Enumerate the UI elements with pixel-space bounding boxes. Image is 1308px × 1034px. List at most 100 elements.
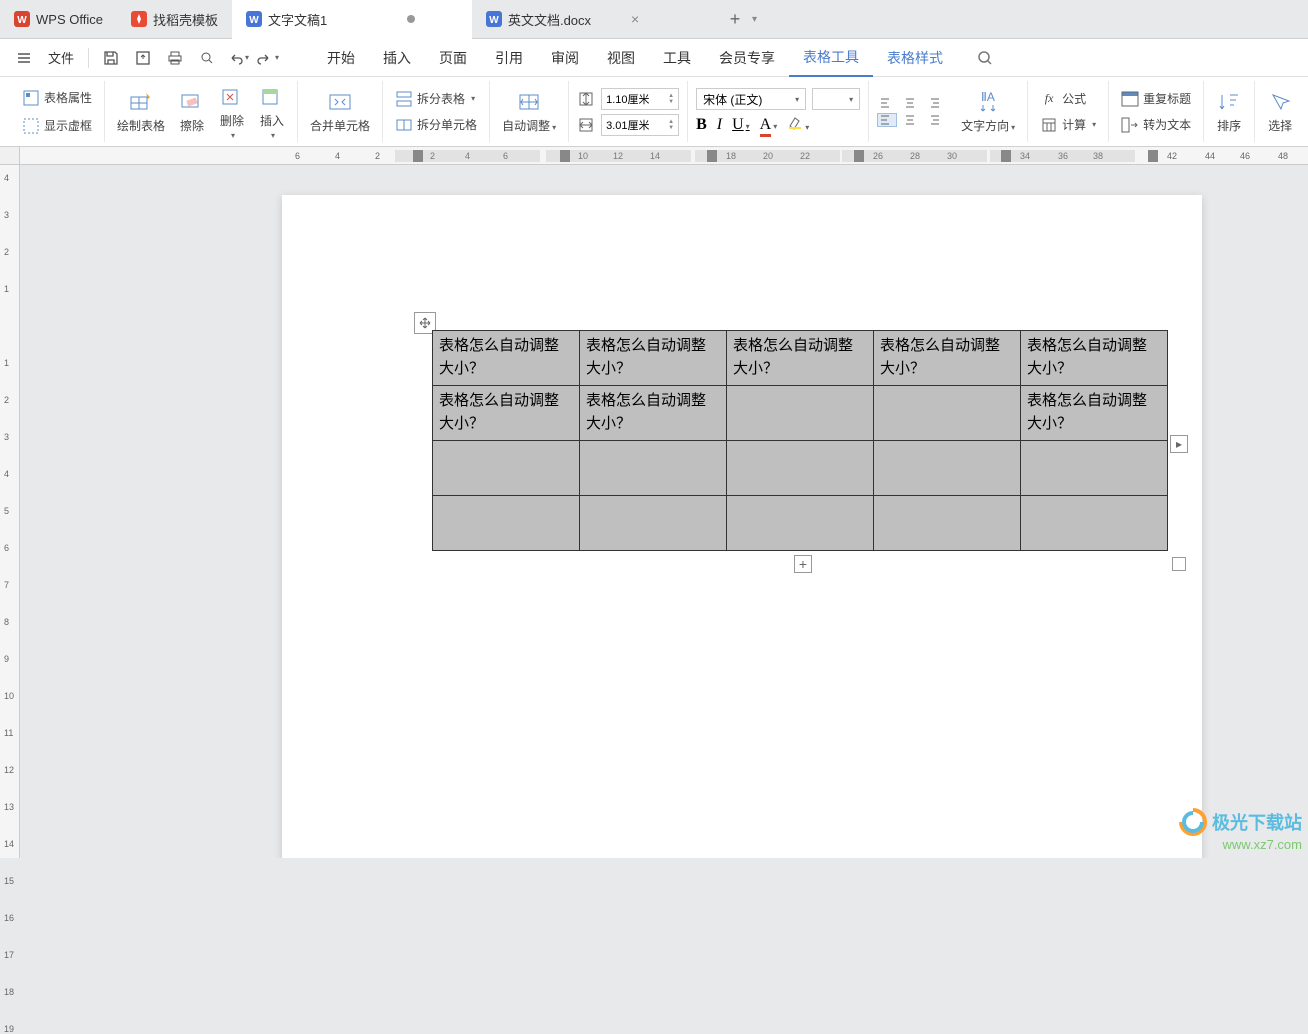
watermark-url: www.xz7.com <box>1178 837 1302 852</box>
font-size-select[interactable]: ▾ <box>812 88 860 110</box>
sort-button[interactable]: 排序 <box>1212 87 1246 136</box>
align-top-right[interactable] <box>923 96 943 110</box>
menu-table-style[interactable]: 表格样式 <box>873 39 957 77</box>
table-resize-handle[interactable] <box>1172 557 1186 571</box>
svg-text:W: W <box>249 15 259 26</box>
search-icon[interactable] <box>971 44 999 72</box>
font-color-button[interactable]: A▾ <box>760 116 778 134</box>
italic-button[interactable]: I <box>717 116 722 134</box>
table-cell[interactable] <box>580 496 727 551</box>
table-cell[interactable] <box>874 496 1021 551</box>
table-cell[interactable] <box>727 496 874 551</box>
menu-reference[interactable]: 引用 <box>481 39 537 77</box>
save-icon[interactable] <box>97 44 125 72</box>
table-cell[interactable] <box>874 441 1021 496</box>
draw-table-button[interactable]: 绘制表格 <box>113 87 169 136</box>
table-cell[interactable]: 表格怎么自动调整大小？ <box>580 386 727 441</box>
repeat-header-button[interactable]: 重复标题 <box>1117 88 1195 110</box>
doc2-tab[interactable]: W 英文文档.docx × <box>472 0 712 39</box>
tab-menu-arrow-icon[interactable]: ▾ <box>752 14 757 25</box>
add-row-handle[interactable]: + <box>794 555 812 573</box>
table-cell[interactable] <box>580 441 727 496</box>
align-mid-right[interactable] <box>923 113 943 127</box>
menu-view[interactable]: 视图 <box>593 39 649 77</box>
table-cell[interactable] <box>1021 441 1168 496</box>
page[interactable]: 表格怎么自动调整大小？表格怎么自动调整大小？表格怎么自动调整大小？表格怎么自动调… <box>282 195 1202 858</box>
menu-table-tools[interactable]: 表格工具 <box>789 39 873 77</box>
redo-button[interactable]: ▾ <box>253 50 283 66</box>
menu-review[interactable]: 审阅 <box>537 39 593 77</box>
menu-insert[interactable]: 插入 <box>369 39 425 77</box>
show-dashed-button[interactable]: 显示虚框 <box>18 115 96 137</box>
table-cell[interactable] <box>727 441 874 496</box>
merge-cells-button[interactable]: 合并单元格 <box>306 87 374 136</box>
table-cell[interactable] <box>433 441 580 496</box>
table-cell[interactable]: 表格怎么自动调整大小？ <box>1021 331 1168 386</box>
table-properties-button[interactable]: 表格属性 <box>18 87 96 109</box>
table-cell[interactable] <box>874 386 1021 441</box>
highlight-button[interactable]: ▾ <box>787 114 809 135</box>
align-mid-left[interactable] <box>877 113 897 127</box>
split-cell-button[interactable]: 拆分单元格 <box>391 114 481 136</box>
table-cell[interactable] <box>727 386 874 441</box>
close-icon[interactable]: × <box>631 11 639 27</box>
table-cell[interactable]: 表格怎么自动调整大小？ <box>580 331 727 386</box>
table-cell[interactable]: 表格怎么自动调整大小？ <box>727 331 874 386</box>
add-column-handle[interactable]: ▸ <box>1170 435 1188 453</box>
doc1-tab[interactable]: W 文字文稿1 <box>232 0 472 39</box>
draw-table-icon <box>128 89 154 115</box>
table-cell[interactable]: 表格怎么自动调整大小？ <box>1021 386 1168 441</box>
align-mid-center[interactable] <box>900 113 920 127</box>
app-tab[interactable]: W WPS Office <box>0 0 117 39</box>
print-icon[interactable] <box>161 44 189 72</box>
table-cell[interactable]: 表格怎么自动调整大小？ <box>433 386 580 441</box>
autofit-button[interactable]: 自动调整▾ <box>498 87 560 136</box>
table-cell[interactable] <box>1021 496 1168 551</box>
preview-icon[interactable] <box>193 44 221 72</box>
erase-button[interactable]: 擦除 <box>175 87 209 136</box>
document-area: 表格怎么自动调整大小？表格怎么自动调整大小？表格怎么自动调整大小？表格怎么自动调… <box>20 165 1308 858</box>
underline-button[interactable]: U▾ <box>732 116 750 134</box>
export-icon[interactable] <box>129 44 157 72</box>
convert-text-button[interactable]: 转为文本 <box>1117 114 1195 136</box>
template-tab[interactable]: 找稻壳模板 <box>117 0 232 39</box>
doc2-tab-label: 英文文档.docx <box>508 10 591 29</box>
text-direction-button[interactable]: ⅡA文字方向▾ <box>957 87 1019 136</box>
svg-text:W: W <box>17 15 27 26</box>
menu-tools[interactable]: 工具 <box>649 39 705 77</box>
row-height-icon <box>577 90 595 108</box>
formula-button[interactable]: fx公式 <box>1036 88 1100 110</box>
select-button[interactable]: 选择 <box>1263 87 1297 136</box>
table-cell[interactable]: 表格怎么自动调整大小？ <box>433 331 580 386</box>
col-width-icon <box>577 116 595 134</box>
text-dir-icon: ⅡA <box>975 89 1001 115</box>
menu-member[interactable]: 会员专享 <box>705 39 789 77</box>
vertical-ruler[interactable]: 432112345678910111213141516171819 <box>0 165 20 858</box>
menu-start[interactable]: 开始 <box>313 39 369 77</box>
align-top-left[interactable] <box>877 96 897 110</box>
calc-button[interactable]: 计算▾ <box>1036 114 1100 136</box>
table-cell[interactable]: 表格怎么自动调整大小？ <box>874 331 1021 386</box>
bold-button[interactable]: B <box>696 116 707 134</box>
word-icon: W <box>246 11 262 27</box>
menu-hamburger-icon[interactable] <box>10 44 38 72</box>
menu-bar: 文件 ▾ ▾ 开始 插入 页面 引用 审阅 视图 工具 会员专享 表格工具 表格… <box>0 39 1308 77</box>
font-family-select[interactable]: 宋体 (正文)▾ <box>696 88 806 110</box>
content-table[interactable]: 表格怎么自动调整大小？表格怎么自动调整大小？表格怎么自动调整大小？表格怎么自动调… <box>432 330 1168 551</box>
delete-button[interactable]: 删除▾ <box>215 82 249 142</box>
autofit-icon <box>516 89 542 115</box>
insert-button[interactable]: 插入▾ <box>255 82 289 142</box>
split-table-button[interactable]: 拆分表格▾ <box>391 88 481 110</box>
chevron-down-icon[interactable]: ▾ <box>245 53 249 62</box>
new-tab-button[interactable]: + <box>720 4 750 34</box>
table-cell[interactable] <box>433 496 580 551</box>
menu-page[interactable]: 页面 <box>425 39 481 77</box>
chevron-down-icon[interactable]: ▾ <box>275 53 279 62</box>
horizontal-ruler[interactable]: 64224610121418202226283034363842444648 <box>20 147 1308 165</box>
col-width-input[interactable]: 3.01厘米▲▼ <box>601 114 679 136</box>
undo-button[interactable]: ▾ <box>223 50 253 66</box>
file-menu[interactable]: 文件 <box>40 48 82 67</box>
align-top-center[interactable] <box>900 96 920 110</box>
app-tab-label: WPS Office <box>36 12 103 27</box>
row-height-input[interactable]: 1.10厘米▲▼ <box>601 88 679 110</box>
